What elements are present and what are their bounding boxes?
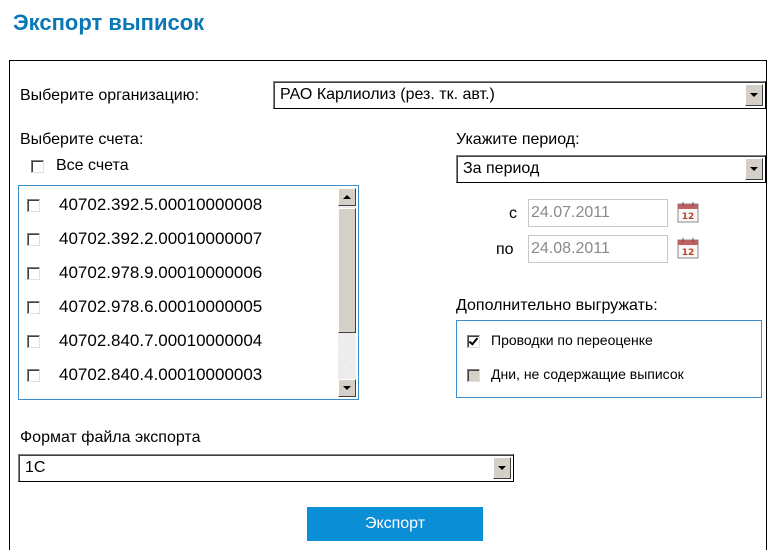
revaluation-label: Проводки по переоценке <box>491 332 653 348</box>
account-number: 40702.840.4.00010000003 <box>59 365 263 384</box>
account-number: 40702.978.9.00010000006 <box>59 263 263 282</box>
scrollbar-thumb[interactable] <box>338 208 356 333</box>
period-select-value: За период <box>463 160 540 177</box>
date-from-field[interactable]: 24.07.2011 <box>528 199 668 227</box>
empty-days-checkbox <box>467 369 480 382</box>
date-to-value: 24.08.2011 <box>531 240 610 257</box>
page-title: Экспорт выписок <box>13 10 205 35</box>
list-item[interactable]: 40702.978.6.00010000005 <box>19 290 334 324</box>
date-from-value: 24.07.2011 <box>531 204 610 221</box>
format-select-value: 1С <box>25 459 46 476</box>
format-dropdown-button[interactable] <box>493 457 511 479</box>
chevron-up-icon <box>343 195 351 199</box>
chevron-down-icon <box>750 167 758 171</box>
extra-label: Дополнительно выгружать: <box>456 297 658 314</box>
period-select[interactable]: За период <box>456 155 766 183</box>
period-label: Укажите период: <box>456 131 580 148</box>
list-item[interactable]: 40702.392.5.00010000008 <box>19 188 334 222</box>
accounts-list[interactable]: 40702.392.5.00010000008 40702.392.2.0001… <box>18 185 359 400</box>
chevron-down-icon <box>343 386 351 390</box>
org-select-value: РАО Карлиолиз (рез. тк. авт.) <box>280 86 495 103</box>
account-number: 40702.840.7.00010000004 <box>59 331 263 350</box>
list-item[interactable]: 40702.840.7.00010000004 <box>19 324 334 358</box>
org-label: Выберите организацию: <box>20 87 200 104</box>
calendar-icon[interactable]: 12 <box>677 201 699 223</box>
calendar-icon[interactable]: 12 <box>677 237 699 259</box>
account-checkbox[interactable] <box>27 199 40 212</box>
org-select[interactable]: РАО Карлиолиз (рез. тк. авт.) <box>273 81 766 109</box>
all-accounts-label: Все счета <box>56 157 129 174</box>
extra-options-box: Проводки по переоценке Дни, не содержащи… <box>456 320 762 398</box>
calendar-day: 12 <box>682 248 695 258</box>
account-checkbox[interactable] <box>27 335 40 348</box>
account-number: 40702.392.5.00010000008 <box>59 195 263 214</box>
revaluation-checkbox[interactable] <box>467 335 480 348</box>
scroll-down-button[interactable] <box>338 379 356 397</box>
account-checkbox[interactable] <box>27 233 40 246</box>
accounts-label: Выберите счета: <box>20 131 144 148</box>
date-to-label: по <box>496 241 514 258</box>
extra-option-empty-days: Дни, не содержащие выписок <box>457 361 757 391</box>
account-number: 40702.392.2.00010000007 <box>59 229 263 248</box>
format-select[interactable]: 1С <box>18 454 514 482</box>
all-accounts-checkbox[interactable] <box>31 160 44 173</box>
period-dropdown-button[interactable] <box>745 158 763 180</box>
list-item[interactable]: 40702.978.9.00010000006 <box>19 256 334 290</box>
account-number: 40702.978.6.00010000005 <box>59 297 263 316</box>
list-item[interactable]: 40702.392.2.00010000007 <box>19 222 334 256</box>
format-label: Формат файла экспорта <box>20 429 201 446</box>
account-checkbox[interactable] <box>27 301 40 314</box>
calendar-day: 12 <box>682 212 695 222</box>
accounts-scrollbar[interactable] <box>338 188 356 397</box>
extra-option-revaluation[interactable]: Проводки по переоценке <box>457 327 757 357</box>
list-item[interactable]: 40702.840.4.00010000003 <box>19 358 334 392</box>
account-checkbox[interactable] <box>27 267 40 280</box>
chevron-down-icon <box>498 466 506 470</box>
empty-days-label: Дни, не содержащие выписок <box>491 366 684 382</box>
account-checkbox[interactable] <box>27 369 40 382</box>
scroll-up-button[interactable] <box>338 188 356 206</box>
date-to-field[interactable]: 24.08.2011 <box>528 235 668 263</box>
chevron-down-icon <box>750 93 758 97</box>
export-button[interactable]: Экспорт <box>307 507 483 541</box>
org-dropdown-button[interactable] <box>745 84 763 106</box>
date-from-label: с <box>509 205 517 222</box>
